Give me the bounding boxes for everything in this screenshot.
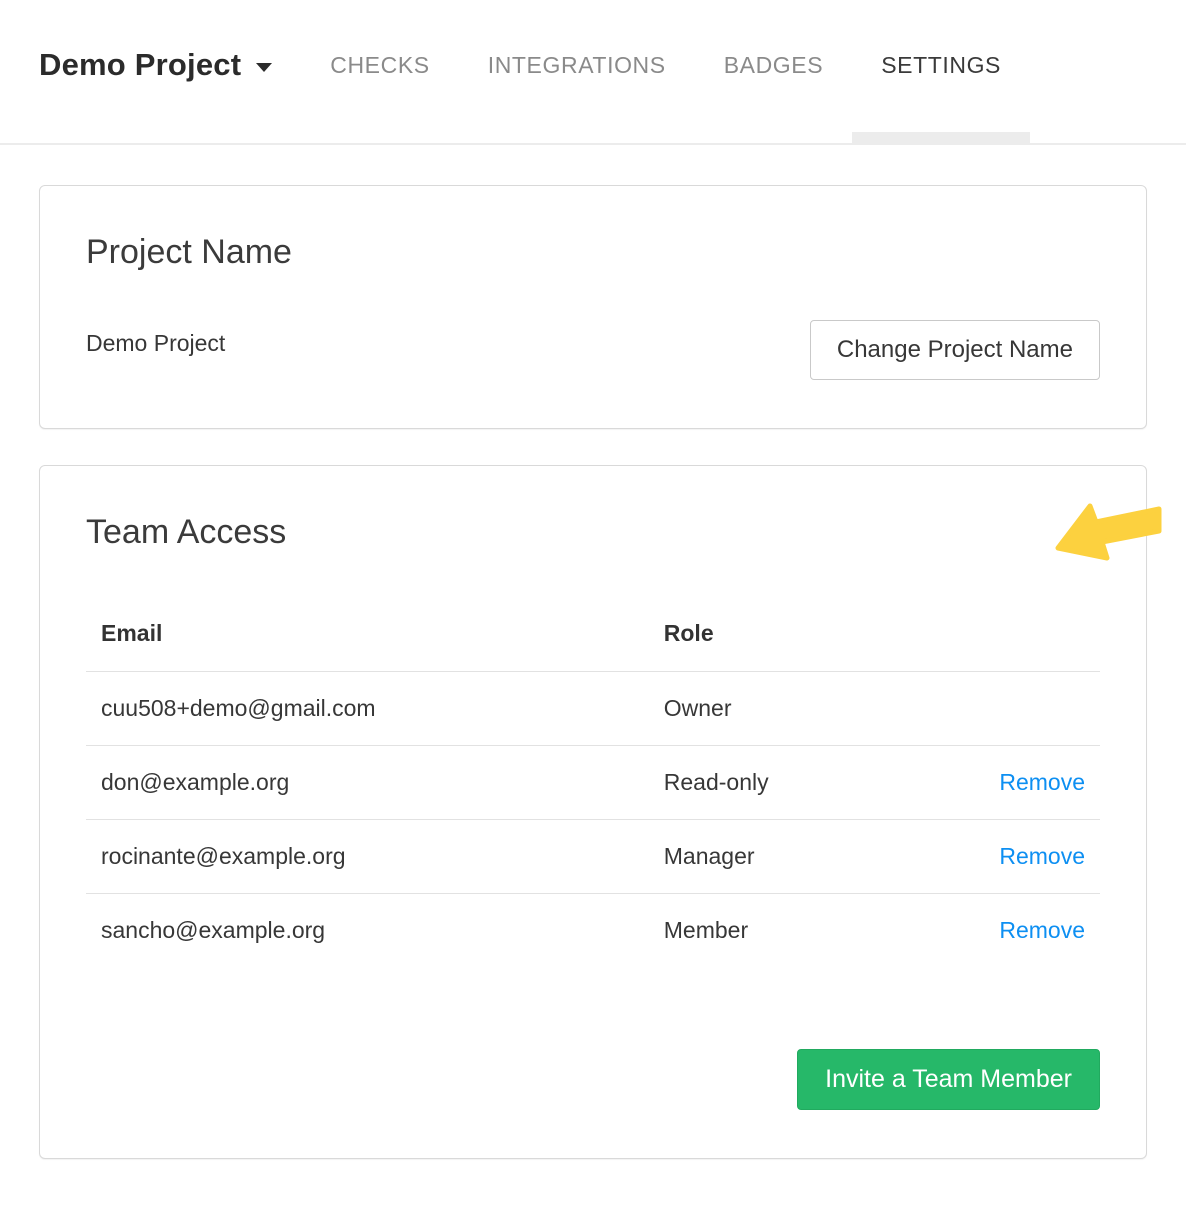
role-column-header: Role [649,604,973,672]
remove-member-link[interactable]: Remove [999,769,1085,795]
nav-tabs: CHECKS INTEGRATIONS BADGES SETTINGS [301,0,1030,143]
member-email: sancho@example.org [86,894,649,968]
tab-checks[interactable]: CHECKS [301,0,458,143]
caret-down-icon [256,63,272,72]
member-action-cell: Remove [973,820,1100,894]
table-row: rocinante@example.org Manager Remove [86,820,1100,894]
member-email: rocinante@example.org [86,820,649,894]
tab-integrations[interactable]: INTEGRATIONS [459,0,695,143]
project-name-card-title: Project Name [86,232,1100,272]
email-column-header: Email [86,604,649,672]
team-access-card: Team Access Email Role cuu508+demo@gmail… [39,465,1147,1159]
member-role: Member [649,894,973,968]
project-title: Demo Project [39,47,241,83]
member-role: Read-only [649,746,973,820]
action-column-header [973,604,1100,672]
team-members-table: Email Role cuu508+demo@gmail.com Owner d… [86,604,1100,967]
member-email: cuu508+demo@gmail.com [86,672,649,746]
table-header-row: Email Role [86,604,1100,672]
member-role: Manager [649,820,973,894]
member-role: Owner [649,672,973,746]
table-row: sancho@example.org Member Remove [86,894,1100,968]
settings-page: Project Name Demo Project Change Project… [39,185,1147,1159]
table-row: cuu508+demo@gmail.com Owner [86,672,1100,746]
member-action-cell: Remove [973,894,1100,968]
tab-settings[interactable]: SETTINGS [852,0,1030,143]
project-name-card: Project Name Demo Project Change Project… [39,185,1147,429]
remove-member-link[interactable]: Remove [999,917,1085,943]
tab-badges[interactable]: BADGES [695,0,852,143]
remove-member-link[interactable]: Remove [999,843,1085,869]
project-switcher[interactable]: Demo Project [39,47,272,96]
change-project-name-button[interactable]: Change Project Name [810,320,1100,380]
team-access-card-title: Team Access [86,512,1100,552]
member-action-cell: Remove [973,746,1100,820]
top-navigation: Demo Project CHECKS INTEGRATIONS BADGES … [0,0,1186,145]
member-action-cell [973,672,1100,746]
table-row: don@example.org Read-only Remove [86,746,1100,820]
invite-team-member-button[interactable]: Invite a Team Member [797,1049,1100,1110]
current-project-name: Demo Project [86,330,225,357]
member-email: don@example.org [86,746,649,820]
